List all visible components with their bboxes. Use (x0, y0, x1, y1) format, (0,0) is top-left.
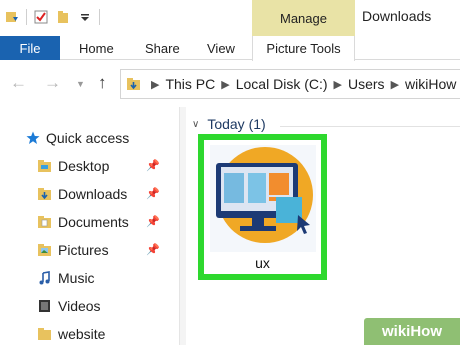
forward-arrow-icon[interactable]: → (44, 73, 61, 93)
sidebar-item-label: Documents (58, 214, 129, 230)
image-thumbnail (210, 145, 316, 252)
tab-share[interactable]: Share (145, 36, 180, 60)
toolbar-divider (26, 9, 27, 25)
downloads-folder-icon (38, 187, 52, 201)
up-arrow-icon[interactable]: ↑ (98, 73, 107, 93)
quick-access-toolbar (4, 6, 100, 28)
music-icon (38, 271, 52, 285)
breadcrumb-local-disk[interactable]: Local Disk (C:) (236, 76, 328, 92)
tab-view[interactable]: View (207, 36, 235, 60)
pictures-folder-icon (38, 243, 52, 257)
sidebar-item-label: Music (58, 270, 95, 286)
toolbar-divider (99, 9, 100, 25)
file-name: ux (255, 255, 270, 271)
sidebar-item-label: Quick access (46, 130, 130, 146)
pin-icon[interactable]: 📌 (146, 187, 160, 200)
sidebar-item-label: Videos (58, 298, 101, 314)
window-title: Downloads (362, 8, 432, 24)
tab-manage[interactable]: Manage (252, 0, 355, 36)
group-label: Today (1) (207, 116, 266, 132)
downloads-folder-icon (127, 77, 141, 91)
navigation-pane: Quick access Desktop 📌 Downloads 📌 Docum… (0, 107, 180, 345)
tab-picture-tools[interactable]: Picture Tools (252, 36, 355, 61)
breadcrumb-separator-icon[interactable]: ▶ (221, 78, 229, 91)
sidebar-item-videos[interactable]: Videos (38, 293, 101, 319)
breadcrumb-separator-icon[interactable]: ▶ (334, 78, 342, 91)
sidebar-item-documents[interactable]: Documents (38, 209, 129, 235)
group-divider (280, 126, 460, 127)
breadcrumb-separator-icon[interactable]: ▶ (391, 78, 399, 91)
tab-home[interactable]: Home (79, 36, 114, 60)
desktop-folder-icon (38, 159, 52, 173)
file-tile[interactable]: ux (198, 134, 327, 280)
sidebar-item-website[interactable]: website (38, 321, 105, 345)
breadcrumb-this-pc[interactable]: This PC (165, 76, 215, 92)
tab-file[interactable]: File (0, 36, 60, 60)
sidebar-item-label: Desktop (58, 158, 110, 174)
breadcrumb-users[interactable]: Users (348, 76, 385, 92)
sidebar-item-label: website (58, 326, 106, 342)
pin-icon[interactable]: 📌 (146, 215, 160, 228)
address-bar[interactable]: ▶ This PC ▶ Local Disk (C:) ▶ Users ▶ wi… (120, 69, 460, 99)
pin-icon[interactable]: 📌 (146, 243, 160, 256)
breadcrumb-separator-icon[interactable]: ▶ (151, 78, 159, 91)
sidebar-item-downloads[interactable]: Downloads (38, 181, 127, 207)
recent-locations-icon[interactable]: ▼ (76, 79, 85, 89)
chevron-down-icon[interactable]: ∨ (192, 119, 199, 130)
properties-icon[interactable] (4, 9, 20, 25)
videos-icon (38, 299, 52, 313)
customize-dropdown-icon[interactable] (77, 9, 93, 25)
sidebar-item-quick-access[interactable]: Quick access (26, 125, 129, 151)
group-header-today[interactable]: ∨ Today (1) (192, 116, 266, 132)
navigation-bar: ← → ▼ ↑ ▶ This PC ▶ Local Disk (C:) ▶ Us… (0, 61, 460, 107)
ribbon: File Home Share View Picture Tools (0, 36, 460, 61)
breadcrumb-wikihow[interactable]: wikiHow (405, 76, 456, 92)
pin-icon[interactable]: 📌 (146, 159, 160, 172)
wikihow-watermark: wikiHow (364, 318, 460, 345)
new-folder-icon[interactable] (55, 9, 71, 25)
documents-folder-icon (38, 215, 52, 229)
sidebar-item-label: Downloads (58, 186, 128, 202)
sidebar-item-desktop[interactable]: Desktop (38, 153, 109, 179)
sidebar-item-label: Pictures (58, 242, 109, 258)
sidebar-item-pictures[interactable]: Pictures (38, 237, 109, 263)
back-arrow-icon[interactable]: ← (10, 73, 27, 93)
title-bar: Manage Downloads (0, 0, 460, 36)
folder-icon (38, 327, 52, 341)
sidebar-item-music[interactable]: Music (38, 265, 95, 291)
checklist-icon[interactable] (33, 9, 49, 25)
navigation-pane-scrollbar[interactable] (180, 107, 186, 345)
star-icon (26, 131, 40, 145)
